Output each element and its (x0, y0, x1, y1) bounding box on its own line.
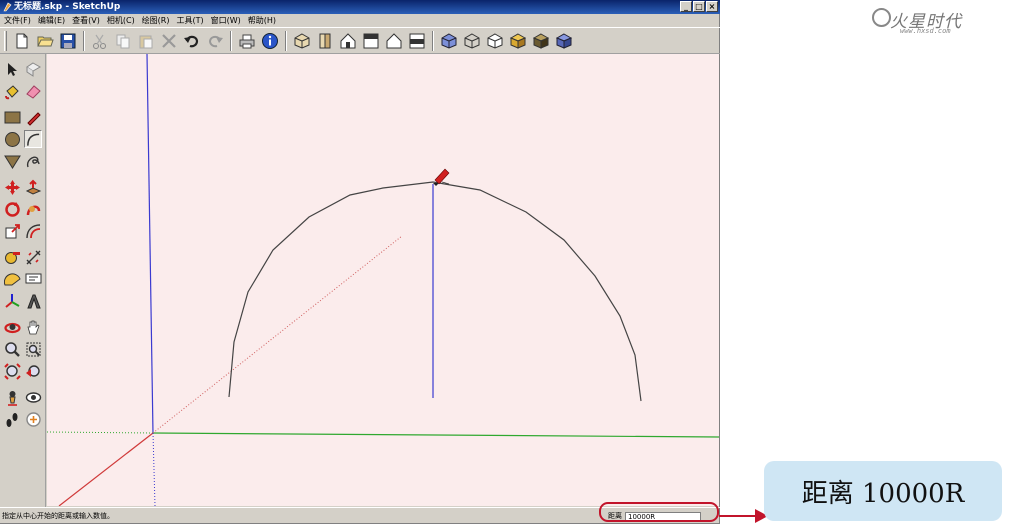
top-view-icon[interactable] (315, 31, 335, 51)
menu-file[interactable]: 文件(F) (4, 14, 31, 27)
freehand-icon[interactable] (24, 152, 42, 170)
previous-view-icon[interactable] (24, 362, 42, 380)
tool-palette (0, 54, 46, 508)
menu-bar: 文件(F) 编辑(E) 查看(V) 相机(C) 绘图(R) 工具(T) 窗口(W… (0, 14, 720, 27)
undo-icon[interactable] (182, 31, 202, 51)
sketchup-app-icon (3, 2, 12, 12)
hidden-line-style-icon[interactable] (485, 31, 505, 51)
blue-axis-line (146, 54, 154, 435)
section-plane-icon[interactable] (24, 410, 42, 428)
zoom-extents-icon[interactable] (3, 362, 21, 380)
right-view-icon[interactable] (361, 31, 381, 51)
menu-draw[interactable]: 绘图(R) (142, 14, 170, 27)
paint-bucket-icon[interactable] (3, 82, 21, 100)
logo-ring-icon (872, 8, 891, 27)
status-hint: 指定从中心开始的距离或输入数值。 (2, 512, 114, 520)
copy-icon[interactable] (113, 31, 133, 51)
maximize-button[interactable]: □ (693, 1, 705, 12)
rotate-icon[interactable] (3, 200, 21, 218)
rectangle-icon[interactable] (3, 108, 21, 126)
toolbar-separator (432, 30, 434, 51)
toolbar-separator (83, 30, 85, 51)
polygon-icon[interactable] (3, 152, 21, 170)
zoom-icon[interactable] (3, 340, 21, 358)
protractor-icon[interactable] (3, 270, 21, 288)
menu-camera[interactable]: 相机(C) (107, 14, 135, 27)
xray-style-icon[interactable] (439, 31, 459, 51)
circle-icon[interactable] (3, 130, 21, 148)
menu-window[interactable]: 窗口(W) (211, 14, 241, 27)
sketchup-window: 无标题.skp - SketchUp _ □ × 文件(F) 编辑(E) 查看(… (0, 0, 720, 524)
minimize-button[interactable]: _ (680, 1, 692, 12)
main-toolbar (0, 27, 720, 54)
tape-measure-icon[interactable] (3, 248, 21, 266)
redo-icon[interactable] (205, 31, 225, 51)
offset-icon[interactable] (24, 222, 42, 240)
follow-me-icon[interactable] (24, 200, 42, 218)
red-axis-line (58, 432, 154, 506)
zoom-window-icon[interactable] (24, 340, 42, 358)
pan-icon[interactable] (24, 318, 42, 336)
select-icon[interactable] (3, 60, 21, 78)
callout-arrow (719, 509, 768, 523)
look-around-icon[interactable] (24, 388, 42, 406)
axes-icon[interactable] (3, 292, 21, 310)
dimension-icon[interactable] (24, 248, 42, 266)
title-bar[interactable]: 无标题.skp - SketchUp _ □ × (0, 0, 720, 14)
toolbar-grip[interactable] (4, 30, 7, 51)
menu-tools[interactable]: 工具(T) (177, 14, 204, 27)
page: 无标题.skp - SketchUp _ □ × 文件(F) 编辑(E) 查看(… (0, 0, 1010, 528)
back-view-icon[interactable] (384, 31, 404, 51)
callout-box: 距离 10000R (764, 461, 1002, 521)
position-camera-icon[interactable] (3, 388, 21, 406)
green-axis-dotted (47, 431, 154, 434)
walk-icon[interactable] (3, 410, 21, 428)
eraser-icon[interactable] (24, 82, 42, 100)
watermark-logo: 火星时代 www.hxsd.com (872, 6, 1006, 40)
logo-subtext: www.hxsd.com (900, 27, 951, 35)
callout-text: 距离 10000R (801, 478, 965, 509)
close-button[interactable]: × (706, 1, 718, 12)
drawing-viewport[interactable] (47, 54, 719, 506)
open-folder-icon[interactable] (35, 31, 55, 51)
toolbar-separator (230, 30, 232, 51)
red-axis-dotted (152, 235, 403, 434)
left-view-icon[interactable] (407, 31, 427, 51)
move-icon[interactable] (3, 178, 21, 196)
toolbar-separator (285, 30, 287, 51)
new-file-icon[interactable] (12, 31, 32, 51)
orbit-icon[interactable] (3, 318, 21, 336)
arc-curve (228, 181, 642, 402)
iso-view-icon[interactable] (292, 31, 312, 51)
menu-help[interactable]: 帮助(H) (248, 14, 276, 27)
save-icon[interactable] (58, 31, 78, 51)
window-title: 无标题.skp - SketchUp (14, 2, 121, 12)
push-pull-icon[interactable] (24, 178, 42, 196)
3d-text-icon[interactable] (24, 292, 42, 310)
erase-x-icon[interactable] (159, 31, 179, 51)
model-info-icon[interactable] (260, 31, 280, 51)
arc-icon[interactable] (24, 130, 42, 148)
front-view-icon[interactable] (338, 31, 358, 51)
monochrome-style-icon[interactable] (554, 31, 574, 51)
paste-icon[interactable] (136, 31, 156, 51)
model-canvas[interactable] (47, 54, 719, 506)
green-axis-line (152, 432, 719, 438)
textured-style-icon[interactable] (531, 31, 551, 51)
cut-icon[interactable] (90, 31, 110, 51)
shaded-style-icon[interactable] (508, 31, 528, 51)
scale-icon[interactable] (3, 222, 21, 240)
make-component-icon[interactable] (24, 60, 42, 78)
blue-axis-dotted (152, 432, 156, 506)
wireframe-style-icon[interactable] (462, 31, 482, 51)
print-icon[interactable] (237, 31, 257, 51)
line-pencil-icon[interactable] (24, 108, 42, 126)
vcb-highlight-ring (599, 502, 719, 522)
menu-view[interactable]: 查看(V) (72, 14, 100, 27)
menu-edit[interactable]: 编辑(E) (38, 14, 65, 27)
text-icon[interactable] (24, 270, 42, 288)
